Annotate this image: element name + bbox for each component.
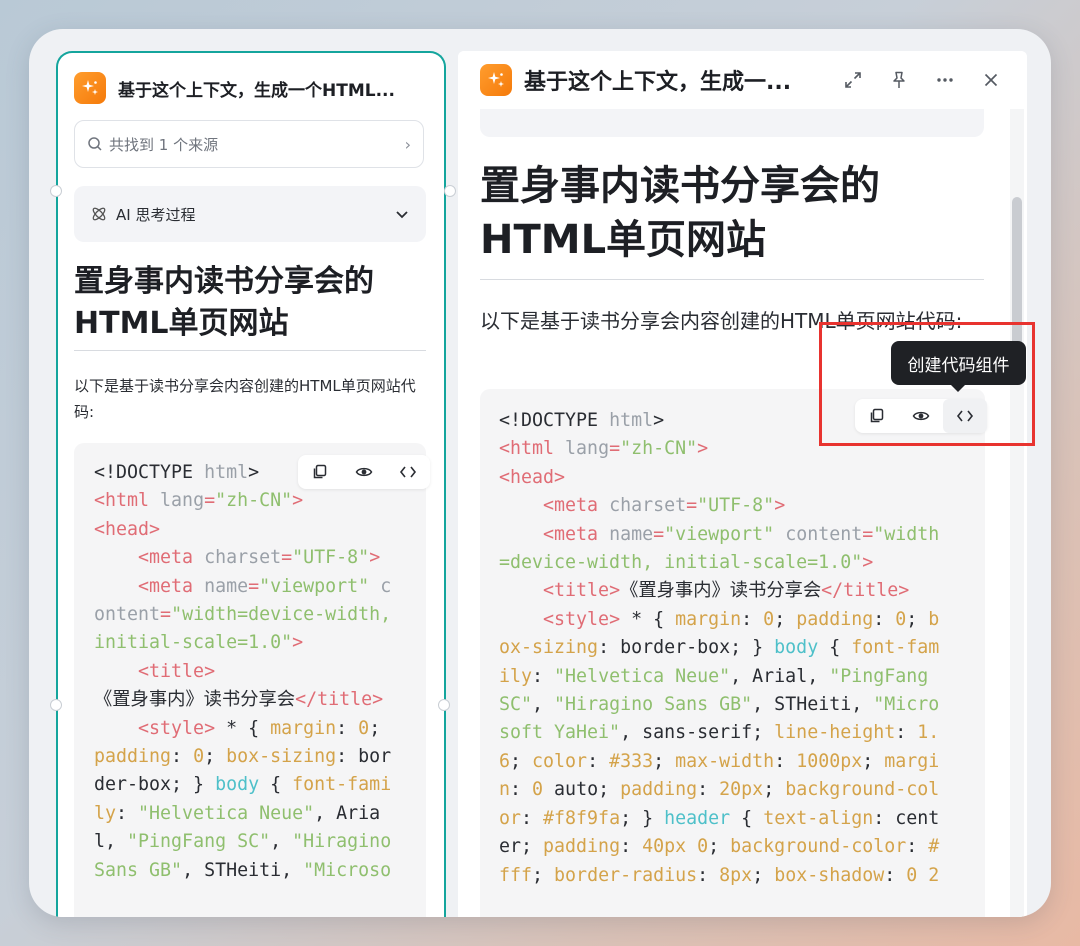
expand-icon [845, 72, 861, 88]
sparkle-icon [74, 72, 106, 104]
expand-button[interactable] [830, 60, 876, 100]
left-panel-header: 基于这个上下文，生成一个HTML... [74, 70, 426, 106]
more-options-button[interactable] [922, 60, 968, 100]
code-icon [399, 466, 417, 478]
tooltip: 创建代码组件 [891, 341, 1026, 392]
atom-icon [92, 207, 106, 221]
pin-button[interactable] [876, 60, 922, 100]
right-panel-actions [830, 60, 1014, 100]
divider [74, 350, 426, 351]
ai-thinking-label: AI 思考过程 [116, 205, 196, 224]
left-page-heading: 置身事内读书分享会的HTML单页网站 [74, 264, 374, 341]
app-window: 基于这个上下文，生成一个HTML... 共找到 1 个来源 › AI 思考过程 … [29, 29, 1051, 917]
divider [480, 279, 984, 280]
left-chat-panel: 基于这个上下文，生成一个HTML... 共找到 1 个来源 › AI 思考过程 … [56, 51, 446, 917]
right-code-block: <!DOCTYPE html> <html lang="zh-CN"> <hea… [480, 389, 985, 917]
resize-handle[interactable] [438, 699, 450, 711]
ai-thinking-toggle[interactable]: AI 思考过程 [74, 186, 426, 242]
preview-code-button[interactable] [342, 455, 386, 489]
resize-handle[interactable] [50, 185, 62, 197]
left-code-toolbar [298, 455, 430, 489]
sparkle-icon [480, 64, 512, 96]
copy-code-button[interactable] [298, 455, 342, 489]
right-panel-content[interactable]: 置身事内读书分享会的HTML单页网站 以下是基于读书分享会内容创建的HTML单页… [458, 51, 1027, 917]
left-panel-title: 基于这个上下文，生成一个HTML... [118, 80, 395, 101]
chevron-down-icon [396, 211, 408, 219]
pin-icon [893, 71, 905, 88]
left-intro-text: 以下是基于读书分享会内容创建的HTML单页网站代码: [74, 377, 416, 421]
create-code-component-button[interactable] [386, 455, 430, 489]
chevron-right-icon: › [404, 134, 411, 154]
sources-button[interactable]: 共找到 1 个来源 › [74, 120, 424, 168]
right-panel-title: 基于这个上下文，生成一... [524, 70, 792, 95]
copy-icon [313, 464, 327, 479]
search-icon [88, 137, 102, 151]
left-code-block: <!DOCTYPE html> <html lang="zh-CN"> <hea… [74, 443, 426, 917]
right-detail-panel: 置身事内读书分享会的HTML单页网站 以下是基于读书分享会内容创建的HTML单页… [458, 51, 1027, 917]
resize-handle[interactable] [50, 699, 62, 711]
sources-label: 共找到 1 个来源 [109, 135, 219, 154]
close-button[interactable] [968, 60, 1014, 100]
right-page-heading: 置身事内读书分享会的HTML单页网站 [480, 163, 880, 263]
more-icon [937, 78, 953, 82]
eye-icon [355, 467, 373, 477]
resize-handle[interactable] [444, 185, 456, 197]
right-panel-header: 基于这个上下文，生成一... [458, 51, 1027, 109]
close-icon [984, 73, 998, 87]
